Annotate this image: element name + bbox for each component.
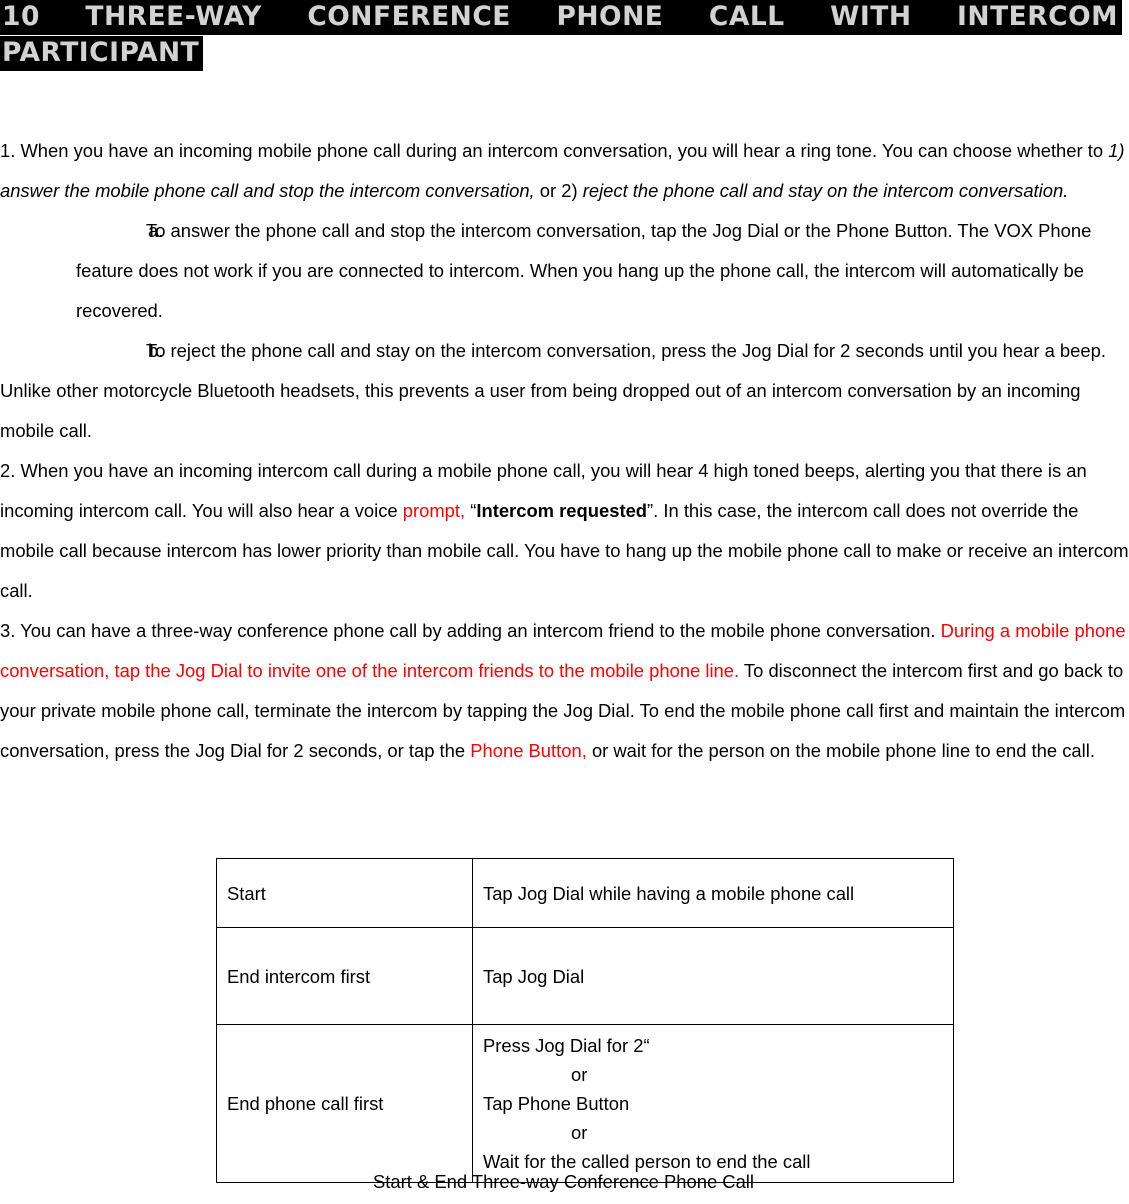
paragraph-2-red-prompt: prompt, bbox=[402, 500, 466, 521]
page-title-line-2-text: PARTICIPANT bbox=[0, 36, 204, 71]
start-end-table-container: Start Tap Jog Dial while having a mobile… bbox=[216, 858, 954, 1183]
paragraph-3-part-3: or wait for the person on the mobile pho… bbox=[586, 740, 1095, 761]
table-caption: Start & End Three-way Conference Phone C… bbox=[373, 1171, 754, 1192]
page-title-line-1: 10 THREE-WAY CONFERENCE PHONE CALL WITH … bbox=[0, 0, 1129, 35]
list-item-b: b.To reject the phone call and stay on t… bbox=[0, 331, 1129, 371]
table-cell-value-lines: Tap Jog Dial while having a mobile phone… bbox=[483, 879, 943, 908]
paragraph-2-bold-intercom-requested: Intercom requested bbox=[476, 500, 648, 521]
paragraph-3-part-1: 3. You can have a three-way conference p… bbox=[0, 620, 941, 641]
table-cell-value-line: Press Jog Dial for 2“ bbox=[483, 1035, 650, 1056]
table-cell-value-line: Tap Phone Button bbox=[483, 1093, 630, 1114]
paragraph-1-part-2: or 2) bbox=[534, 180, 583, 201]
table-cell-label: End intercom first bbox=[216, 927, 473, 1025]
table-cell-value-line-or: or bbox=[571, 1122, 588, 1143]
paragraph-2-part-2: “ bbox=[465, 500, 477, 521]
table-cell-value: Press Jog Dial for 2“ or Tap Phone Butto… bbox=[472, 1024, 954, 1183]
table-cell-value: Tap Jog Dial bbox=[472, 927, 954, 1025]
table-cell-value-line-or: or bbox=[571, 1064, 588, 1085]
document-body: 1. When you have an incoming mobile phon… bbox=[0, 131, 1129, 771]
start-end-table: Start Tap Jog Dial while having a mobile… bbox=[216, 858, 954, 1183]
paragraph-3: 3. You can have a three-way conference p… bbox=[0, 611, 1129, 771]
page-title-line-1-text: 10 THREE-WAY CONFERENCE PHONE CALL WITH … bbox=[0, 0, 1122, 35]
table-row: End intercom first Tap Jog Dial bbox=[216, 927, 954, 1025]
table-cell-value: Tap Jog Dial while having a mobile phone… bbox=[472, 858, 954, 928]
paragraph-1-italic-2: reject the phone call and stay on the in… bbox=[582, 180, 1069, 201]
table-row: Start Tap Jog Dial while having a mobile… bbox=[216, 858, 954, 928]
paragraph-unlike: Unlike other motorcycle Bluetooth headse… bbox=[0, 380, 1081, 441]
table-cell-label: Start bbox=[216, 858, 473, 928]
paragraph-1: 1. When you have an incoming mobile phon… bbox=[0, 131, 1129, 211]
table-cell-label: End phone call first bbox=[216, 1024, 473, 1183]
table-cell-value-line: Tap Jog Dial while having a mobile phone… bbox=[483, 882, 855, 904]
paragraph-1-part-1: 1. When you have an incoming mobile phon… bbox=[0, 140, 1109, 161]
page-title: 10 THREE-WAY CONFERENCE PHONE CALL WITH … bbox=[0, 0, 1129, 71]
table-row: End phone call first Press Jog Dial for … bbox=[216, 1024, 954, 1183]
list-item-b-text: To reject the phone call and stay on the… bbox=[146, 340, 1106, 361]
list-item-a-text: To answer the phone call and stop the in… bbox=[76, 220, 1092, 321]
table-cell-value-lines: Tap Jog Dial bbox=[483, 962, 943, 991]
list-item-a-marker: a. bbox=[148, 220, 164, 241]
table-cell-value-line: Tap Jog Dial bbox=[483, 965, 585, 987]
list-item-b-marker: b. bbox=[148, 340, 164, 361]
paragraph-2: 2. When you have an incoming intercom ca… bbox=[0, 451, 1129, 611]
list-item-a: a.To answer the phone call and stop the … bbox=[0, 211, 1129, 331]
paragraph-3-red-phone-button: Phone Button, bbox=[470, 740, 587, 761]
table-cell-value-lines: Press Jog Dial for 2“ or Tap Phone Butto… bbox=[483, 1031, 943, 1176]
page-title-line-2: PARTICIPANT bbox=[0, 35, 1129, 71]
